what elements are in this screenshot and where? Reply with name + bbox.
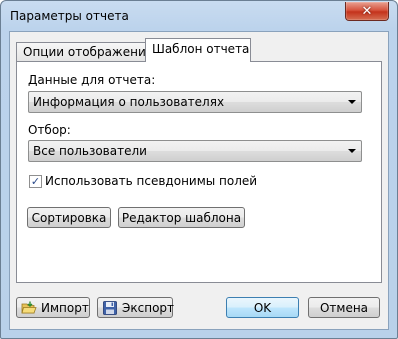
chevron-down-icon <box>348 100 356 104</box>
close-icon: ✕ <box>361 3 373 19</box>
title-bar[interactable]: Параметры отчета ✕ <box>1 1 397 31</box>
tab-report-template[interactable]: Шаблон отчета <box>145 38 251 62</box>
filter-value: Все пользователи <box>33 144 147 158</box>
tab-panel-report-template: Данные для отчета: Информация о пользова… <box>16 61 382 283</box>
aliases-label[interactable]: Использовать псевдонимы полей <box>45 174 257 188</box>
cancel-button[interactable]: Отмена <box>308 297 380 318</box>
ok-button[interactable]: OK <box>226 297 299 318</box>
data-source-value: Информация о пользователях <box>33 95 225 109</box>
import-label: Импорт <box>41 301 89 315</box>
import-button[interactable]: Импорт <box>16 297 90 318</box>
dialog-window: Параметры отчета ✕ Опции отображения Шаб… <box>0 0 398 339</box>
export-label: Экспорт <box>122 301 175 315</box>
template-editor-button[interactable]: Редактор шаблона <box>118 207 245 228</box>
filter-select[interactable]: Все пользователи <box>28 140 362 162</box>
chevron-down-icon <box>348 149 356 153</box>
aliases-checkbox[interactable]: ✓ <box>29 175 42 188</box>
export-button[interactable]: Экспорт <box>97 297 175 318</box>
dialog-client-area: Опции отображения Шаблон отчета Данные д… <box>9 31 389 330</box>
checkmark-icon: ✓ <box>30 175 41 188</box>
floppy-disk-icon <box>103 301 117 315</box>
folder-open-icon <box>21 301 37 314</box>
window-title: Параметры отчета <box>10 9 129 23</box>
data-label: Данные для отчета: <box>28 73 156 87</box>
tab-display-options[interactable]: Опции отображения <box>16 42 153 61</box>
filter-label: Отбор: <box>28 123 71 137</box>
close-button[interactable]: ✕ <box>345 2 389 21</box>
data-source-select[interactable]: Информация о пользователях <box>28 91 362 113</box>
sort-button[interactable]: Сортировка <box>27 207 111 228</box>
